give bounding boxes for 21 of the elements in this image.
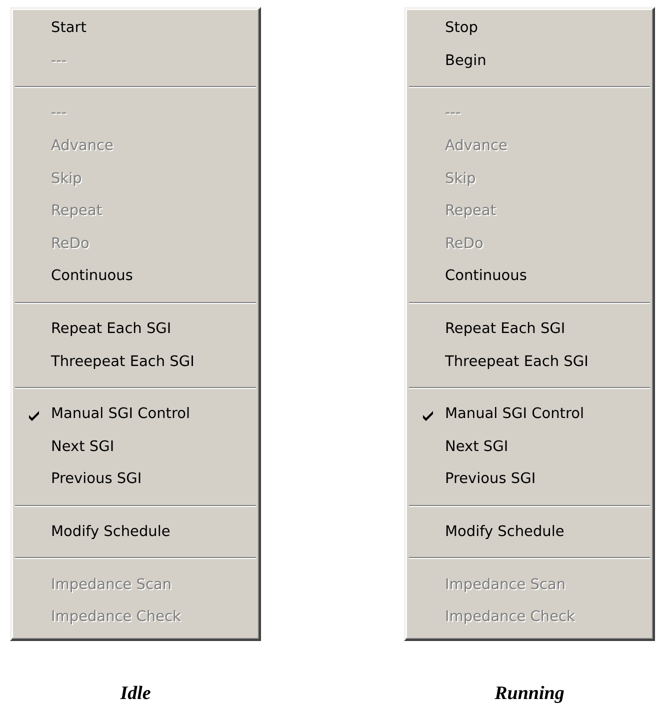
menu-item[interactable]: Continuous: [409, 260, 650, 293]
menu-item[interactable]: Next SGI: [15, 430, 256, 464]
menu-item[interactable]: Manual SGI Control: [409, 398, 650, 431]
menu-item[interactable]: Start: [15, 12, 256, 45]
figure-caption: Idle: [120, 682, 151, 704]
menu-item[interactable]: Repeat Each SGI: [409, 312, 650, 346]
menu-item[interactable]: Threepeat Each SGI: [15, 345, 256, 378]
menu-item[interactable]: Modify Schedule: [15, 516, 256, 548]
menu-item[interactable]: Continuous: [15, 260, 256, 293]
menu-item[interactable]: Modify Schedule: [409, 516, 650, 548]
menu-item[interactable]: Manual SGI Control: [15, 398, 256, 431]
menu-item[interactable]: Repeat Each SGI: [15, 312, 256, 346]
checkmark-icon: [422, 410, 434, 421]
menu-item[interactable]: Begin: [409, 44, 650, 78]
menu-item[interactable]: Previous SGI: [409, 463, 650, 496]
menu-item[interactable]: Next SGI: [409, 430, 650, 464]
figure-caption: Running: [494, 682, 564, 704]
checkmark-icon: [28, 410, 40, 421]
menu-item[interactable]: Stop: [409, 12, 650, 45]
menu-item[interactable]: Previous SGI: [15, 463, 256, 496]
menu-item[interactable]: Threepeat Each SGI: [409, 345, 650, 378]
